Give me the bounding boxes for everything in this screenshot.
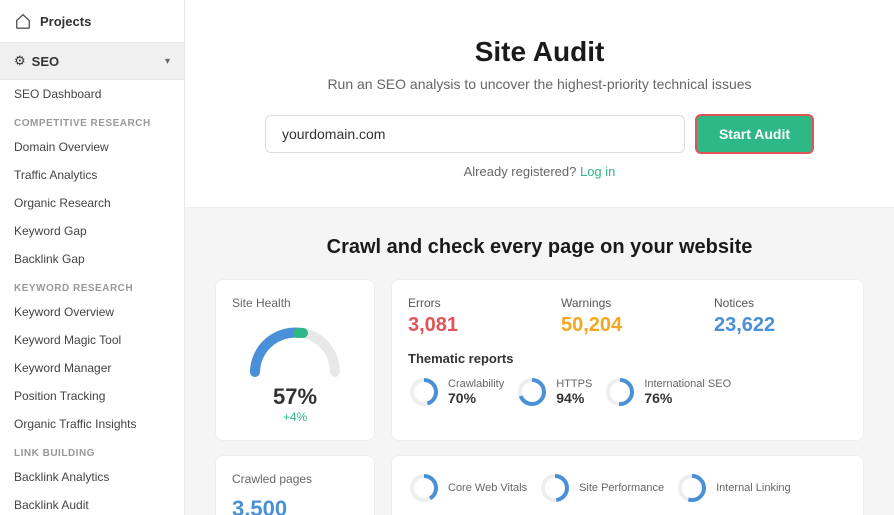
internal-linking-info: Internal Linking	[716, 482, 791, 494]
seo-label: SEO	[32, 54, 165, 69]
crawlability-info: Crawlability 70%	[448, 378, 504, 406]
seo-section-header[interactable]: ⚙ SEO ▾	[0, 43, 184, 80]
site-health-percent: 57%	[273, 384, 317, 410]
sidebar-item-seo-dashboard[interactable]: SEO Dashboard	[0, 80, 184, 108]
crawled-label: Crawled pages	[232, 472, 358, 486]
international-seo-info: International SEO 76%	[644, 378, 731, 406]
internal-linking-donut	[676, 472, 708, 504]
start-audit-button[interactable]: Start Audit	[695, 114, 814, 154]
section-competitive-research: COMPETITIVE RESEARCH	[0, 108, 184, 133]
site-performance-info: Site Performance	[579, 482, 664, 494]
sidebar-item-backlink-gap[interactable]: Backlink Gap	[0, 245, 184, 273]
content-section: Crawl and check every page on your websi…	[185, 208, 894, 515]
page-title: Site Audit	[225, 36, 854, 68]
sidebar-item-position-tracking[interactable]: Position Tracking	[0, 382, 184, 410]
sidebar-item-backlink-analytics[interactable]: Backlink Analytics	[0, 463, 184, 491]
notices-stat: Notices 23,622	[714, 296, 847, 337]
sidebar-item-domain-overview[interactable]: Domain Overview	[0, 133, 184, 161]
thematic-title: Thematic reports	[408, 351, 847, 366]
content-title: Crawl and check every page on your websi…	[215, 236, 864, 259]
projects-header[interactable]: Projects	[0, 0, 184, 43]
core-web-vitals-donut	[408, 472, 440, 504]
thematic-internal-linking: Internal Linking	[676, 472, 791, 504]
site-performance-donut	[539, 472, 571, 504]
https-donut	[516, 376, 548, 408]
already-registered-row: Already registered? Log in	[225, 164, 854, 179]
home-icon	[14, 12, 32, 30]
more-thematic-row: Core Web Vitals Site Performance	[408, 472, 847, 504]
section-link-building: LINK BUILDING	[0, 438, 184, 463]
already-registered-text: Already registered?	[464, 164, 577, 179]
log-in-link[interactable]: Log in	[580, 164, 615, 179]
site-health-card: Site Health 57% +4%	[215, 279, 375, 441]
sidebar-item-backlink-audit[interactable]: Backlink Audit	[0, 491, 184, 515]
chevron-down-icon: ▾	[165, 56, 170, 67]
notices-value: 23,622	[714, 314, 847, 337]
stats-row: Errors 3,081 Warnings 50,204 Notices 23,…	[408, 296, 847, 337]
crawlability-donut	[408, 376, 440, 408]
warnings-value: 50,204	[561, 314, 694, 337]
thematic-crawlability: Crawlability 70%	[408, 376, 504, 408]
projects-label: Projects	[40, 14, 91, 29]
hero-input-row: Start Audit	[225, 114, 854, 154]
hero-subtitle: Run an SEO analysis to uncover the highe…	[225, 76, 854, 92]
errors-stat: Errors 3,081	[408, 296, 541, 337]
cards-row: Site Health 57% +4%	[215, 279, 864, 441]
thematic-https: HTTPS 94%	[516, 376, 592, 408]
https-info: HTTPS 94%	[556, 378, 592, 406]
thematic-row: Crawlability 70% HTTPS 94%	[408, 376, 847, 408]
warnings-label: Warnings	[561, 296, 694, 310]
sidebar-item-keyword-overview[interactable]: Keyword Overview	[0, 298, 184, 326]
stats-card: Errors 3,081 Warnings 50,204 Notices 23,…	[391, 279, 864, 441]
hero-section: Site Audit Run an SEO analysis to uncove…	[185, 0, 894, 208]
sidebar-item-organic-research[interactable]: Organic Research	[0, 189, 184, 217]
site-health-label: Site Health	[232, 296, 358, 310]
gauge-chart	[245, 320, 345, 380]
crawled-pages-card: Crawled pages 3,500	[215, 455, 375, 515]
domain-input[interactable]	[265, 115, 685, 153]
bottom-row: Crawled pages 3,500	[215, 455, 864, 515]
sidebar: Projects ⚙ SEO ▾ SEO Dashboard COMPETITI…	[0, 0, 185, 515]
notices-label: Notices	[714, 296, 847, 310]
sidebar-item-keyword-magic-tool[interactable]: Keyword Magic Tool	[0, 326, 184, 354]
sidebar-item-keyword-gap[interactable]: Keyword Gap	[0, 217, 184, 245]
site-health-change: +4%	[283, 410, 307, 424]
sidebar-item-traffic-analytics[interactable]: Traffic Analytics	[0, 161, 184, 189]
seo-icon: ⚙	[14, 53, 26, 69]
sidebar-item-organic-traffic-insights[interactable]: Organic Traffic Insights	[0, 410, 184, 438]
errors-label: Errors	[408, 296, 541, 310]
section-keyword-research: KEYWORD RESEARCH	[0, 273, 184, 298]
thematic-international-seo: International SEO 76%	[604, 376, 731, 408]
more-thematic-card: Core Web Vitals Site Performance	[391, 455, 864, 515]
main-content: Site Audit Run an SEO analysis to uncove…	[185, 0, 894, 515]
international-seo-donut	[604, 376, 636, 408]
warnings-stat: Warnings 50,204	[561, 296, 694, 337]
errors-value: 3,081	[408, 314, 541, 337]
gauge-container: 57% +4%	[232, 320, 358, 424]
thematic-core-web-vitals: Core Web Vitals	[408, 472, 527, 504]
thematic-site-performance: Site Performance	[539, 472, 664, 504]
crawled-value: 3,500	[232, 496, 358, 515]
sidebar-item-keyword-manager[interactable]: Keyword Manager	[0, 354, 184, 382]
core-web-vitals-info: Core Web Vitals	[448, 482, 527, 494]
